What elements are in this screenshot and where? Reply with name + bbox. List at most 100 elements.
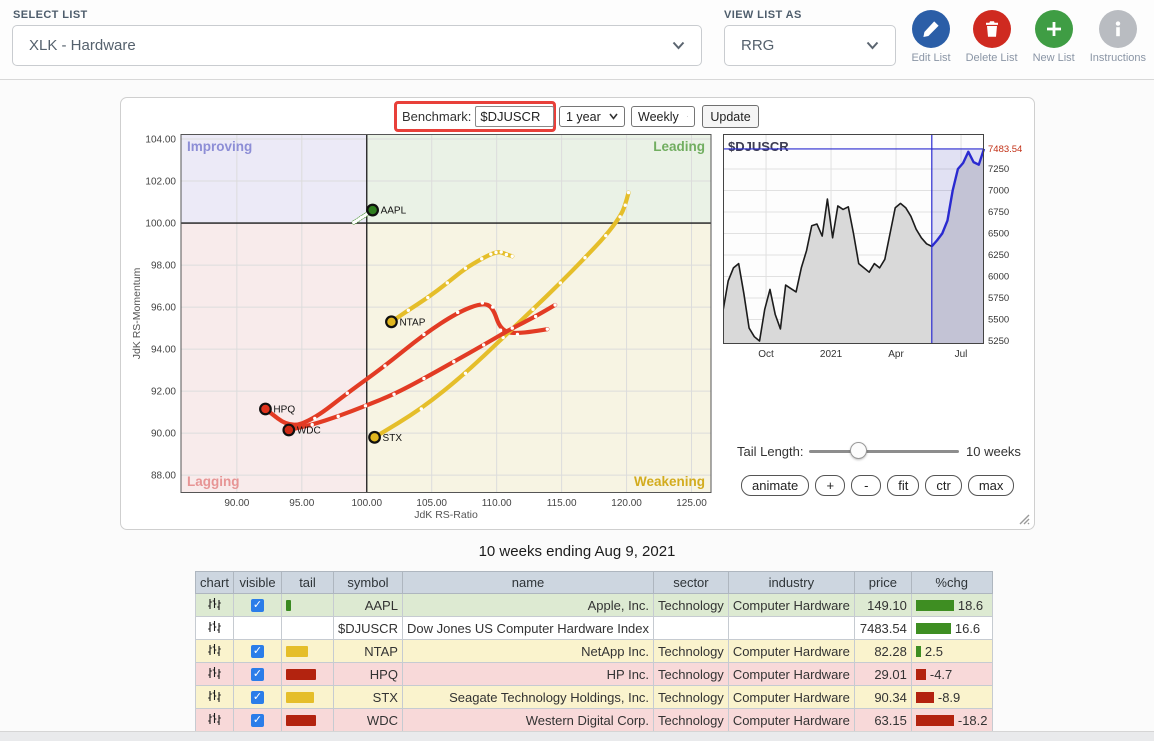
max-button[interactable]: max xyxy=(968,475,1015,496)
svg-text:125.00: 125.00 xyxy=(676,498,707,509)
fit-button[interactable]: fit xyxy=(887,475,919,496)
tail-length-value: 10 weeks xyxy=(966,444,1021,459)
industry-cell xyxy=(728,617,854,640)
visible-cell: ✓ xyxy=(234,709,282,732)
chart-link[interactable] xyxy=(196,663,234,686)
chart-link[interactable] xyxy=(196,617,234,640)
svg-text:6750: 6750 xyxy=(988,207,1009,218)
select-list-value: XLK - Hardware xyxy=(29,37,672,54)
visible-cell: ✓ xyxy=(234,640,282,663)
quadrant-label-leading: Leading xyxy=(653,139,705,154)
rrg-symbol-label: WDC xyxy=(297,425,321,436)
column-header-chg: %chg xyxy=(911,572,992,594)
column-header-sector: sector xyxy=(654,572,729,594)
visible-cell xyxy=(234,617,282,640)
tail-swatch xyxy=(286,646,308,657)
column-header-price: price xyxy=(854,572,911,594)
tail-length-label: Tail Length: xyxy=(737,444,804,459)
select-list-dropdown[interactable]: XLK - Hardware xyxy=(12,25,702,66)
symbol-table: chartvisibletailsymbolnamesectorindustry… xyxy=(195,571,993,732)
svg-text:5750: 5750 xyxy=(988,293,1009,304)
chart-icon xyxy=(207,620,222,634)
chart-link[interactable] xyxy=(196,640,234,663)
tail-cell xyxy=(282,617,334,640)
info-icon xyxy=(1099,10,1137,48)
tail-cell xyxy=(282,686,334,709)
pct-change-bar xyxy=(916,669,926,680)
tail-swatch xyxy=(286,600,291,611)
pct-cell: 2.5 xyxy=(911,640,992,663)
chart-icon xyxy=(207,689,222,703)
svg-text:100.00: 100.00 xyxy=(145,219,176,230)
industry-cell: Computer Hardware xyxy=(728,663,854,686)
top-toolbar: SELECT LIST XLK - Hardware VIEW LIST AS … xyxy=(0,0,1154,80)
zoom-in-button[interactable]: + xyxy=(815,475,845,496)
benchmark-label: Benchmark: xyxy=(402,109,471,124)
svg-text:92.00: 92.00 xyxy=(151,387,176,398)
svg-text:5500: 5500 xyxy=(988,314,1009,325)
table-row-DJUSCR: $DJUSCRDow Jones US Computer Hardware In… xyxy=(196,617,993,640)
rrg-chart-svg: HPQNTAPSTXWDCAAPLImprovingLeadingLagging… xyxy=(131,134,716,519)
period-select-value: Weekly xyxy=(638,110,679,124)
delete-list-button[interactable]: Delete List xyxy=(966,10,1018,64)
tail-length-slider-handle[interactable] xyxy=(850,442,867,459)
ctr-button[interactable]: ctr xyxy=(925,475,961,496)
table-row-WDC: ✓WDCWestern Digital Corp.TechnologyCompu… xyxy=(196,709,993,732)
instructions-button[interactable]: Instructions xyxy=(1090,10,1146,64)
new-list-button[interactable]: New List xyxy=(1033,10,1075,64)
pct-cell: 18.6 xyxy=(911,594,992,617)
table-row-NTAP: ✓NTAPNetApp Inc.TechnologyComputer Hardw… xyxy=(196,640,993,663)
chart-link[interactable] xyxy=(196,594,234,617)
pct-change-bar xyxy=(916,715,954,726)
name-cell: Apple, Inc. xyxy=(402,594,653,617)
rrg-marker-STX xyxy=(369,432,380,443)
list-action-buttons: Edit List Delete List New List Instructions xyxy=(911,10,1146,64)
tail-cell xyxy=(282,640,334,663)
svg-text:110.00: 110.00 xyxy=(482,498,512,509)
range-select[interactable]: 1 year xyxy=(559,106,625,127)
symbol-cell: NTAP xyxy=(334,640,403,663)
chart-link[interactable] xyxy=(196,709,234,732)
visible-checkbox[interactable]: ✓ xyxy=(251,645,264,658)
resize-grip[interactable] xyxy=(1016,511,1030,525)
action-label: Instructions xyxy=(1090,52,1146,64)
symbol-cell: AAPL xyxy=(334,594,403,617)
sector-cell: Technology xyxy=(654,709,729,732)
quadrant-label-improving: Improving xyxy=(187,139,252,154)
sector-cell: Technology xyxy=(654,686,729,709)
price-cell: 29.01 xyxy=(854,663,911,686)
zoom-out-button[interactable]: - xyxy=(851,475,881,496)
x-axis-title: JdK RS-Ratio xyxy=(414,509,478,519)
name-cell: Dow Jones US Computer Hardware Index xyxy=(402,617,653,640)
pencil-icon xyxy=(912,10,950,48)
visible-checkbox[interactable]: ✓ xyxy=(251,599,264,612)
pct-cell: -8.9 xyxy=(911,686,992,709)
tail-length-slider-track[interactable] xyxy=(809,450,959,453)
svg-text:98.00: 98.00 xyxy=(151,261,176,272)
chart-link[interactable] xyxy=(196,686,234,709)
visible-checkbox[interactable]: ✓ xyxy=(251,714,264,727)
svg-text:88.00: 88.00 xyxy=(151,471,176,482)
pct-cell: -4.7 xyxy=(911,663,992,686)
edit-list-button[interactable]: Edit List xyxy=(911,10,950,64)
benchmark-input[interactable] xyxy=(475,106,554,127)
view-list-dropdown[interactable]: RRG xyxy=(724,25,896,66)
period-select[interactable]: Weekly xyxy=(631,106,695,127)
symbol-cell: WDC xyxy=(334,709,403,732)
update-button[interactable]: Update xyxy=(702,105,759,128)
rrg-symbol-label: NTAP xyxy=(399,317,425,328)
visible-checkbox[interactable]: ✓ xyxy=(251,691,264,704)
chart-icon xyxy=(207,643,222,657)
svg-text:115.00: 115.00 xyxy=(547,498,577,509)
svg-text:6000: 6000 xyxy=(988,271,1009,282)
chevron-down-icon xyxy=(866,41,879,50)
animate-button[interactable]: animate xyxy=(741,475,809,496)
price-cell: 7483.54 xyxy=(854,617,911,640)
svg-text:94.00: 94.00 xyxy=(151,345,176,356)
svg-text:7000: 7000 xyxy=(988,185,1009,196)
chart-icon xyxy=(207,712,222,726)
chart-icon xyxy=(207,666,222,680)
name-cell: Western Digital Corp. xyxy=(402,709,653,732)
visible-checkbox[interactable]: ✓ xyxy=(251,668,264,681)
symbol-cell: HPQ xyxy=(334,663,403,686)
